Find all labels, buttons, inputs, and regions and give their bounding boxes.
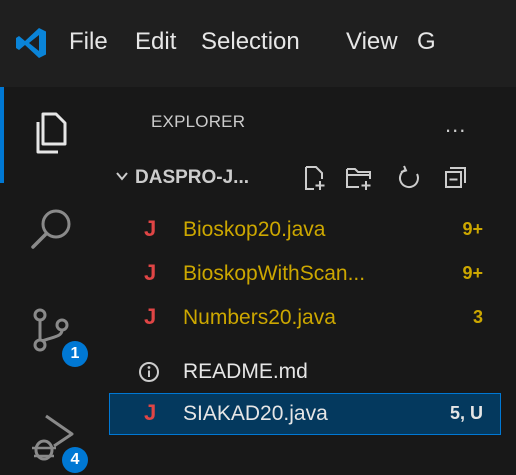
active-indicator — [0, 87, 4, 183]
source-control-badge: 1 — [62, 341, 88, 367]
problem-badge: 9+ — [462, 263, 483, 283]
vscode-logo-icon[interactable] — [15, 26, 49, 60]
more-actions-icon[interactable]: ... — [445, 112, 466, 138]
file-item-numbers20[interactable]: J Numbers20.java 3 — [109, 297, 501, 339]
activity-bar: 1 4 — [0, 87, 95, 475]
explorer-icon[interactable] — [30, 111, 70, 155]
java-file-icon: J — [144, 304, 157, 329]
problem-badge: 9+ — [462, 219, 483, 239]
file-name: SIAKAD20.java — [183, 402, 328, 425]
java-file-icon: J — [144, 400, 157, 425]
file-item-readme[interactable]: README.md — [109, 351, 501, 393]
menu-file[interactable]: File — [69, 28, 108, 56]
file-name: BioskopWithScan... — [183, 262, 366, 285]
debug-badge: 4 — [62, 447, 88, 473]
info-icon — [139, 362, 159, 382]
refresh-icon[interactable] — [397, 165, 423, 191]
new-file-icon[interactable] — [302, 165, 328, 191]
menu-edit[interactable]: Edit — [135, 28, 176, 56]
folder-name: DASPRO-J... — [135, 167, 250, 188]
java-file-icon: J — [144, 216, 157, 241]
menu-selection[interactable]: Selection — [201, 28, 300, 56]
menu-view[interactable]: View — [346, 28, 398, 56]
file-item-bioskopwithscan[interactable]: J BioskopWithScan... 9+ — [109, 253, 501, 295]
file-item-siakad20[interactable]: J SIAKAD20.java 5, U — [109, 393, 501, 435]
file-name: README.md — [183, 360, 308, 383]
file-name: Numbers20.java — [183, 306, 336, 329]
java-file-icon: J — [144, 260, 157, 285]
explorer-sidebar: EXPLORER ... DASPRO-J... J Bioskop20.jav — [95, 87, 516, 475]
file-item-bioskop20[interactable]: J Bioskop20.java 9+ — [109, 209, 501, 251]
collapse-all-icon[interactable] — [443, 165, 469, 191]
problem-badge: 3 — [472, 307, 483, 327]
chevron-down-icon[interactable] — [115, 169, 129, 183]
search-icon[interactable] — [30, 207, 74, 251]
title-bar: File Edit Selection View G — [0, 0, 516, 87]
menu-go[interactable]: G — [417, 28, 436, 56]
folder-header[interactable]: DASPRO-J... — [95, 159, 516, 199]
explorer-title: EXPLORER — [151, 112, 246, 131]
new-folder-icon[interactable] — [345, 165, 373, 191]
file-name: Bioskop20.java — [183, 218, 326, 241]
status-badge: 5, U — [449, 403, 483, 423]
